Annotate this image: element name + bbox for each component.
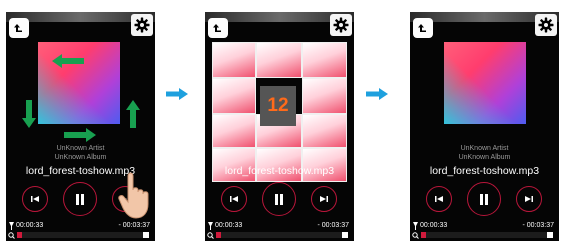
track-counter: 12 xyxy=(260,86,296,126)
art-tile xyxy=(256,42,302,78)
art-tile xyxy=(302,42,347,78)
previous-icon xyxy=(230,196,238,202)
progress-knob[interactable] xyxy=(547,232,553,238)
artist-name: UnKnown Artist xyxy=(460,145,509,152)
progress-bar[interactable] xyxy=(421,232,553,238)
progress-fill xyxy=(216,232,222,238)
elapsed-time: 00:00:33 xyxy=(215,222,243,229)
player-screen-2: 12 lord_forest-toshow.mp3 00:00:33 - 00:… xyxy=(205,12,354,241)
song-filename: lord_forest-toshow.mp3 xyxy=(429,165,540,177)
progress-bar[interactable] xyxy=(216,232,348,238)
song-filename: lord_forest-toshow.mp3 xyxy=(224,165,335,177)
remaining-time: - 00:03:37 xyxy=(317,222,349,229)
previous-button[interactable] xyxy=(426,186,452,212)
progress-fill xyxy=(421,232,427,238)
gear-icon xyxy=(538,17,554,33)
pin-icon xyxy=(9,222,14,230)
art-tile xyxy=(212,42,256,78)
player-screen-1: UnKnown Artist UnKnown Album lord_forest… xyxy=(6,12,155,241)
art-tile xyxy=(212,78,256,114)
arrow-icon xyxy=(126,100,140,128)
album-name: UnKnown Album xyxy=(458,154,511,161)
album-name: UnKnown Album xyxy=(54,154,107,161)
pause-icon xyxy=(275,193,283,205)
back-icon xyxy=(14,24,22,32)
previous-button[interactable] xyxy=(221,186,247,212)
next-button[interactable] xyxy=(311,186,337,212)
next-icon xyxy=(525,196,533,202)
progress-knob[interactable] xyxy=(342,232,348,238)
pause-button[interactable] xyxy=(63,182,97,216)
settings-button[interactable] xyxy=(535,14,557,36)
back-button[interactable] xyxy=(208,18,228,38)
artist-name: UnKnown Artist xyxy=(56,145,105,152)
pause-button[interactable] xyxy=(262,182,296,216)
pause-button[interactable] xyxy=(467,182,501,216)
art-tile xyxy=(212,114,256,148)
art-tile xyxy=(302,78,347,114)
back-icon xyxy=(418,24,426,32)
arrow-icon xyxy=(52,54,84,68)
previous-icon xyxy=(435,196,443,202)
progress-fill xyxy=(17,232,23,238)
previous-button[interactable] xyxy=(22,186,48,212)
pin-icon xyxy=(413,222,418,230)
gear-icon xyxy=(333,17,349,33)
back-icon xyxy=(213,24,221,32)
album-art[interactable] xyxy=(444,42,526,124)
progress-bar[interactable] xyxy=(17,232,149,238)
back-button[interactable] xyxy=(413,18,433,38)
settings-button[interactable] xyxy=(131,14,153,36)
back-button[interactable] xyxy=(9,18,29,38)
arrow-icon xyxy=(22,100,36,128)
settings-button[interactable] xyxy=(330,14,352,36)
hand-pointer-icon xyxy=(118,172,149,219)
remaining-time: - 00:03:37 xyxy=(118,222,150,229)
elapsed-time: 00:00:33 xyxy=(420,222,448,229)
gear-icon xyxy=(134,17,150,33)
search-icon xyxy=(207,232,214,239)
search-icon xyxy=(412,232,419,239)
remaining-time: - 00:03:37 xyxy=(522,222,554,229)
arrow-icon xyxy=(64,128,96,142)
next-icon xyxy=(320,196,328,202)
previous-icon xyxy=(31,196,39,202)
art-tile xyxy=(302,114,347,148)
pause-icon xyxy=(76,193,84,205)
right-arrow-icon xyxy=(166,88,188,100)
search-icon xyxy=(8,232,15,239)
pin-icon xyxy=(208,222,213,230)
progress-knob[interactable] xyxy=(143,232,149,238)
player-screen-3: UnKnown Artist UnKnown Album lord_forest… xyxy=(410,12,559,241)
pause-icon xyxy=(480,193,488,205)
elapsed-time: 00:00:33 xyxy=(16,222,44,229)
right-arrow-icon xyxy=(366,88,388,100)
next-button[interactable] xyxy=(516,186,542,212)
album-art-transition: 12 xyxy=(212,42,347,182)
